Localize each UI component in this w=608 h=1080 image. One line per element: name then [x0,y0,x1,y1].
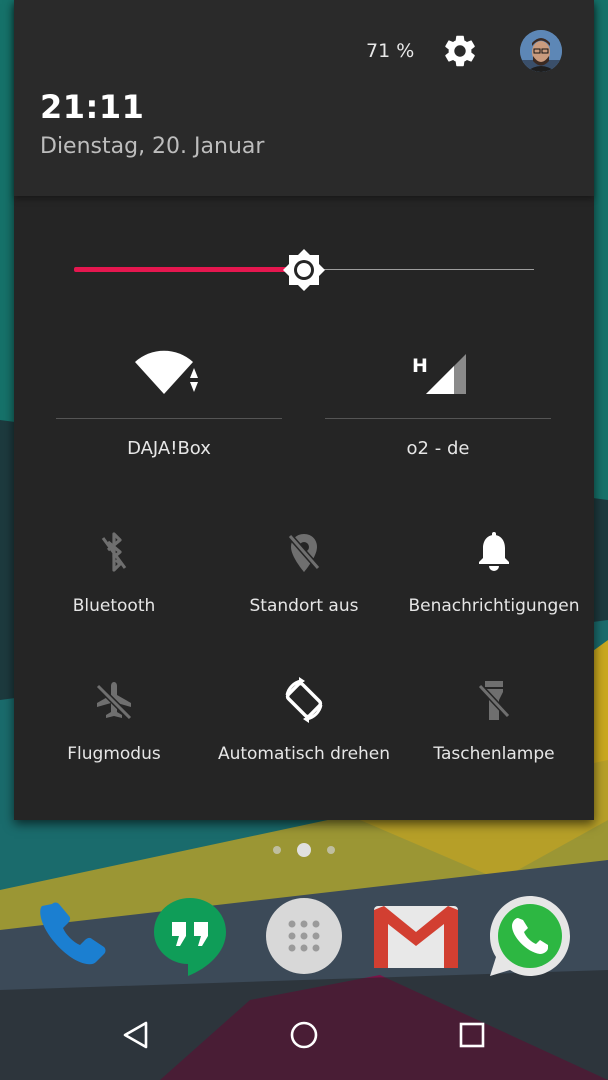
gmail-icon[interactable] [372,892,460,980]
brightness-track [304,269,534,270]
page-dot [327,846,335,854]
tile-label: Automatisch drehen [217,744,391,764]
airplane-off-icon [19,676,209,724]
whatsapp-icon[interactable] [486,892,574,980]
wifi-network-label: DAJA!Box [127,438,211,459]
location-off-icon [209,528,399,576]
tile-label: Taschenlampe [433,744,555,764]
tile-bluetooth[interactable]: Bluetooth [19,528,209,638]
brightness-icon[interactable] [282,248,326,292]
network-type-label: H [412,355,428,377]
phone-icon[interactable] [28,892,116,980]
clock: 21:11 [40,88,145,126]
bluetooth-off-icon [19,528,209,576]
cellular-tile[interactable]: H o2 - de [325,346,551,476]
tile-airplane[interactable]: Flugmodus [19,676,209,786]
page-dot-current [297,843,311,857]
shade-header: 71 % 21:11 Dienstag, 20. Januar [14,0,594,196]
home-icon[interactable] [274,1010,334,1060]
brightness-track-active [74,267,304,272]
wifi-tile[interactable]: DAJA!Box [56,346,282,476]
tile-notifications[interactable]: Benachrichtigungen [399,528,589,638]
tile-label: Standort aus [249,596,359,616]
recents-icon[interactable] [442,1010,502,1060]
gear-icon[interactable] [441,32,479,70]
auto-rotate-icon [209,676,399,724]
tile-auto-rotate[interactable]: Automatisch drehen [209,676,399,786]
back-icon[interactable] [106,1010,166,1060]
brightness-slider[interactable] [74,248,534,292]
cellular-tile-divider [325,418,551,419]
tile-label: Bluetooth [72,596,156,616]
page-dot [273,846,281,854]
user-avatar[interactable] [520,30,562,72]
battery-percentage: 71 % [366,40,415,62]
page-indicator [268,840,340,860]
app-drawer-icon[interactable] [260,892,348,980]
navigation-bar [0,990,608,1080]
flashlight-off-icon [399,676,589,724]
tile-label: Benachrichtigungen [408,596,580,616]
tile-location[interactable]: Standort aus [209,528,399,638]
wifi-tile-divider [56,418,282,419]
cellular-signal-icon: H [325,346,551,402]
tile-label: Flugmodus [67,744,161,764]
carrier-label: o2 - de [406,438,470,459]
date: Dienstag, 20. Januar [40,134,265,159]
hangouts-icon[interactable] [146,892,234,980]
bell-icon [399,528,589,576]
tile-flashlight[interactable]: Taschenlampe [399,676,589,786]
wifi-icon [56,346,282,402]
quick-settings-panel: 71 % 21:11 Dienstag, 20. Januar DAJA!Box… [14,0,594,820]
